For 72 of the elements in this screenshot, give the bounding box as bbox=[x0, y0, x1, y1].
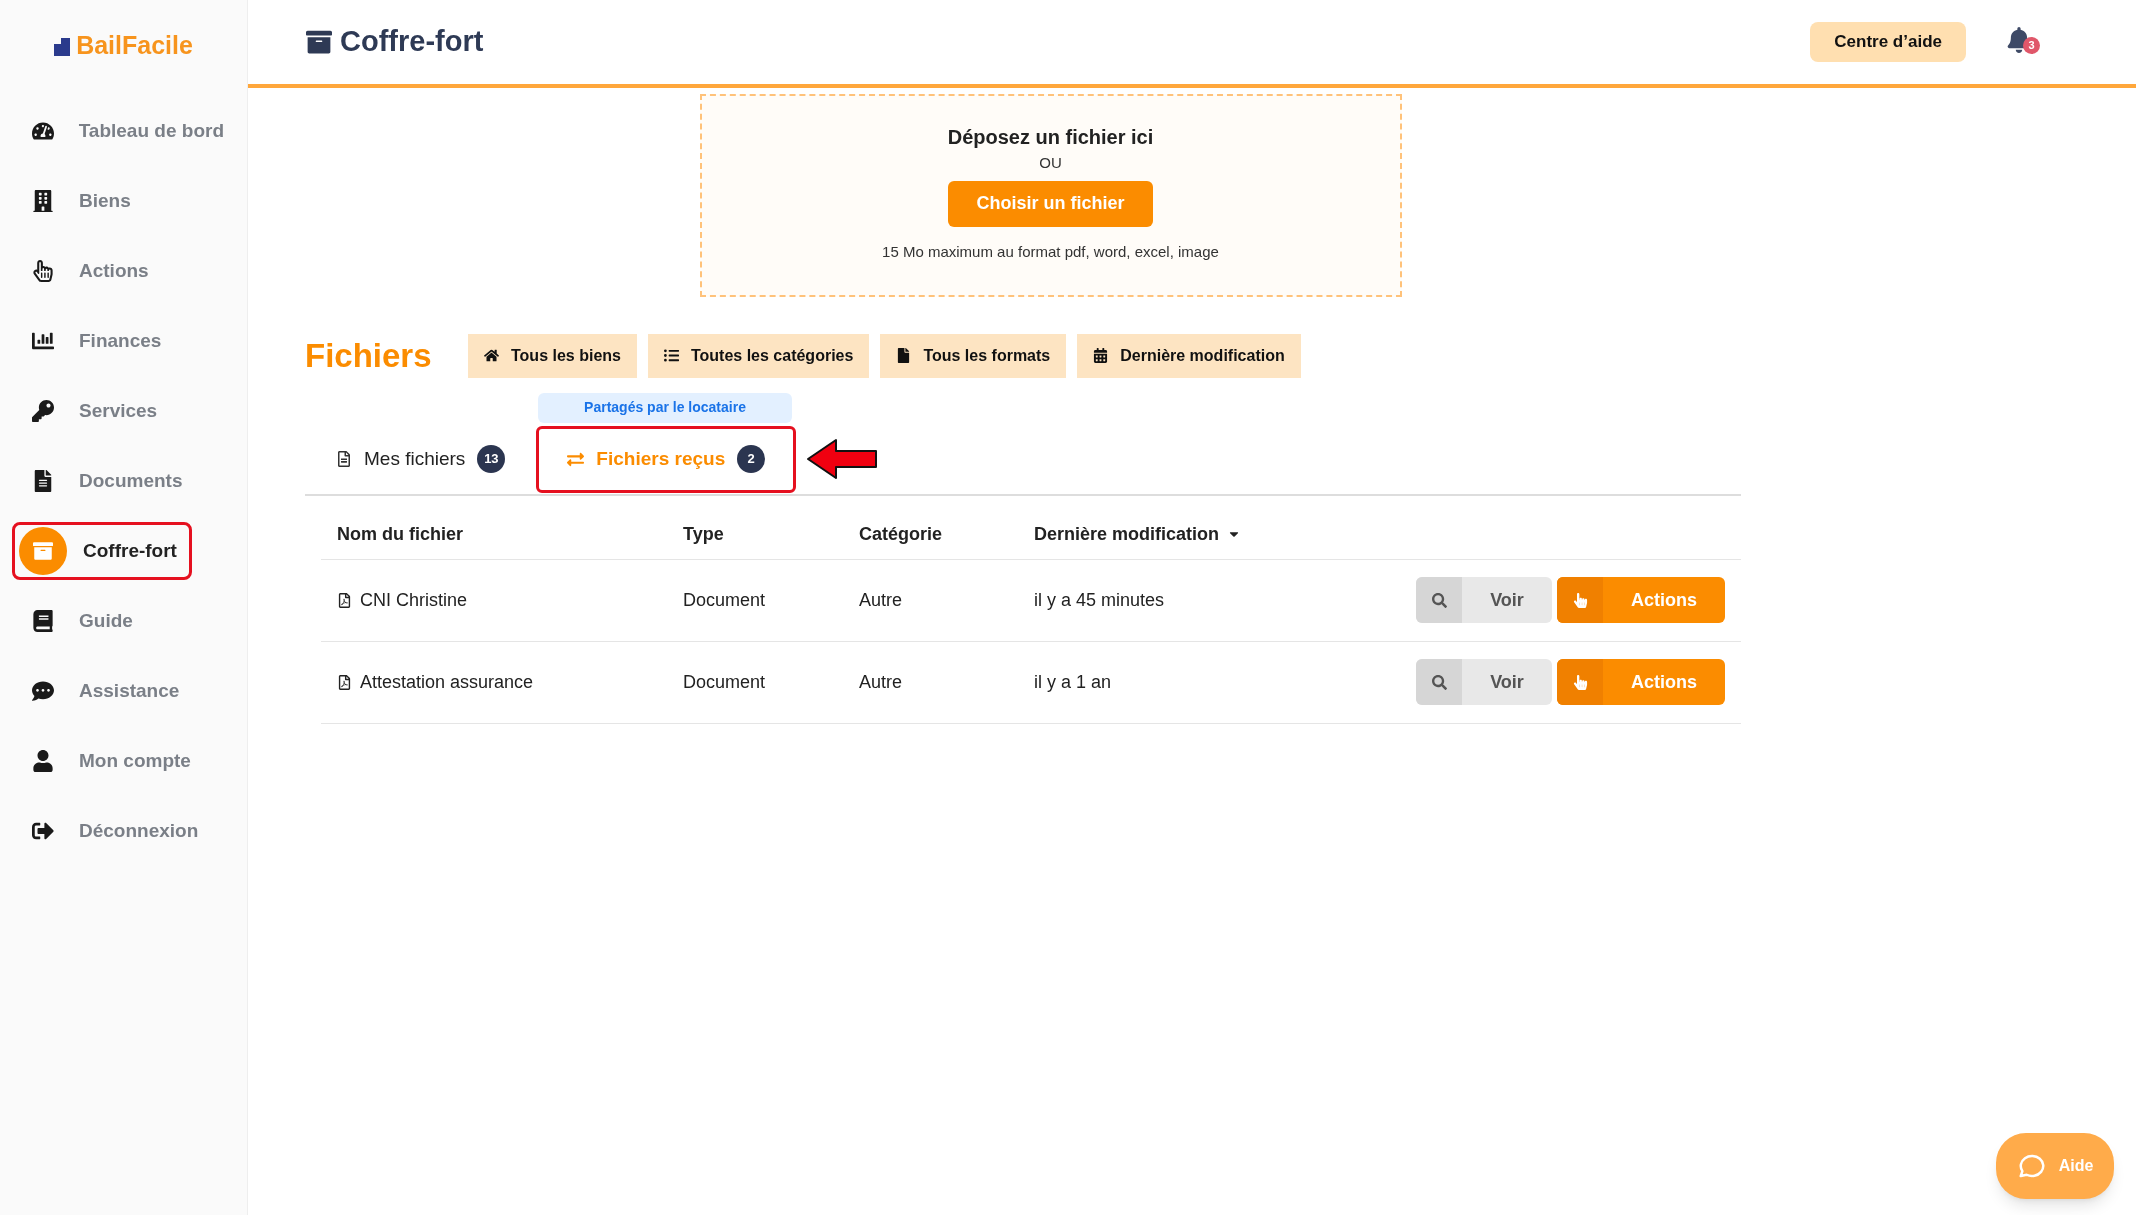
shared-info-label: Partagés par le locataire bbox=[538, 392, 792, 423]
sidebar-label: Guide bbox=[79, 608, 133, 633]
file-name-cell: CNI Christine bbox=[337, 586, 683, 614]
upload-hint: 15 Mo maximum au format pdf, word, excel, image bbox=[882, 241, 1219, 262]
notification-badge: 3 bbox=[2023, 37, 2040, 54]
sidebar-label: Actions bbox=[79, 258, 149, 283]
pointing-hand-icon bbox=[1572, 674, 1588, 690]
sidebar-item[interactable]: Finances bbox=[12, 312, 235, 370]
logo-icon bbox=[54, 36, 73, 56]
sidebar-item[interactable]: Assistance bbox=[12, 662, 235, 720]
table-cell-text: il y a 1 an bbox=[1034, 670, 1113, 694]
drop-zone-title: Déposez un fichier ici bbox=[947, 125, 1154, 150]
table-cell-text: Document bbox=[683, 588, 767, 612]
search-icon bbox=[1431, 592, 1447, 608]
sidebar-item[interactable]: Documents bbox=[12, 452, 235, 510]
sidebar-label: Mon compte bbox=[79, 748, 191, 773]
column-header: Type bbox=[683, 522, 725, 546]
house-icon bbox=[484, 348, 499, 364]
sidebar-item[interactable]: Guide bbox=[12, 592, 235, 650]
help-center-button[interactable]: Centre d’aide bbox=[1810, 22, 1966, 62]
file-drop-zone[interactable]: Déposez un fichier ici OU Choisir un fichier 15 Mo maximum au format pdf, word, excel, image bbox=[699, 94, 1402, 297]
sidebar-label: Tableau de bord bbox=[78, 118, 224, 143]
view-button[interactable]: Voir bbox=[1416, 659, 1552, 705]
column-header: Catégorie bbox=[859, 522, 944, 546]
sidebar-label: Déconnexion bbox=[79, 818, 199, 843]
pdf-file-icon bbox=[337, 592, 352, 608]
brand-logo: BailFacile bbox=[76, 30, 193, 62]
sidebar-item[interactable]: Tableau de bord bbox=[12, 102, 235, 160]
list-icon bbox=[663, 348, 679, 364]
table-cell-text: Autre bbox=[859, 588, 904, 612]
document-icon bbox=[336, 451, 352, 467]
actions-button[interactable]: Actions bbox=[1557, 659, 1725, 705]
column-header: Nom du fichier bbox=[337, 522, 464, 546]
sidebar-label: Assistance bbox=[79, 678, 180, 703]
page-title: Coffre-fort bbox=[340, 24, 484, 60]
sidebar-item[interactable]: Biens bbox=[12, 172, 235, 230]
pointing-hand-icon bbox=[1572, 592, 1588, 608]
sidebar-label: Services bbox=[79, 398, 158, 423]
archive-box-icon bbox=[19, 527, 67, 575]
count-badge: 13 bbox=[477, 445, 506, 473]
choose-file-button[interactable]: Choisir un fichier bbox=[948, 180, 1153, 227]
calendar-icon bbox=[1093, 348, 1109, 364]
sidebar-item[interactable]: Coffre-fort bbox=[12, 522, 192, 580]
sidebar-item[interactable]: Déconnexion bbox=[12, 802, 235, 860]
section-title: Fichiers bbox=[305, 336, 433, 376]
sidebar-label: Finances bbox=[79, 328, 162, 353]
archive-box-icon bbox=[306, 29, 332, 55]
table-cell-text: Document bbox=[683, 670, 767, 694]
sidebar-item[interactable]: Actions bbox=[12, 242, 235, 300]
filter-button[interactable]: Tous les formats bbox=[880, 333, 1067, 378]
sidebar-label: Coffre-fort bbox=[83, 538, 177, 563]
filter-button[interactable]: Dernière modification bbox=[1077, 333, 1301, 378]
tab[interactable]: Fichiers reçus 2 bbox=[536, 425, 797, 493]
file-icon bbox=[896, 348, 912, 364]
search-icon bbox=[1431, 674, 1447, 690]
table-cell-text: il y a 45 minutes bbox=[1034, 588, 1166, 612]
file-name-cell: Attestation assurance bbox=[337, 668, 683, 696]
separator-text: OU bbox=[1039, 153, 1062, 173]
actions-button[interactable]: Actions bbox=[1557, 577, 1725, 623]
sidebar-item[interactable]: Mon compte bbox=[12, 732, 235, 790]
filter-button[interactable]: Tous les biens bbox=[468, 333, 637, 378]
table-cell-text: Autre bbox=[859, 670, 904, 694]
filter-button[interactable]: Toutes les catégories bbox=[647, 333, 870, 378]
count-badge: 2 bbox=[737, 445, 766, 473]
sidebar-label: Documents bbox=[79, 468, 183, 493]
exchange-arrows-icon bbox=[567, 450, 585, 468]
tab[interactable]: Mes fichiers 13 bbox=[305, 425, 537, 493]
pdf-file-icon bbox=[337, 674, 352, 690]
sidebar-label: Biens bbox=[79, 188, 131, 213]
view-button[interactable]: Voir bbox=[1416, 577, 1552, 623]
sidebar-item[interactable]: Services bbox=[12, 382, 235, 440]
column-header[interactable]: Dernière modification bbox=[1034, 520, 1242, 548]
